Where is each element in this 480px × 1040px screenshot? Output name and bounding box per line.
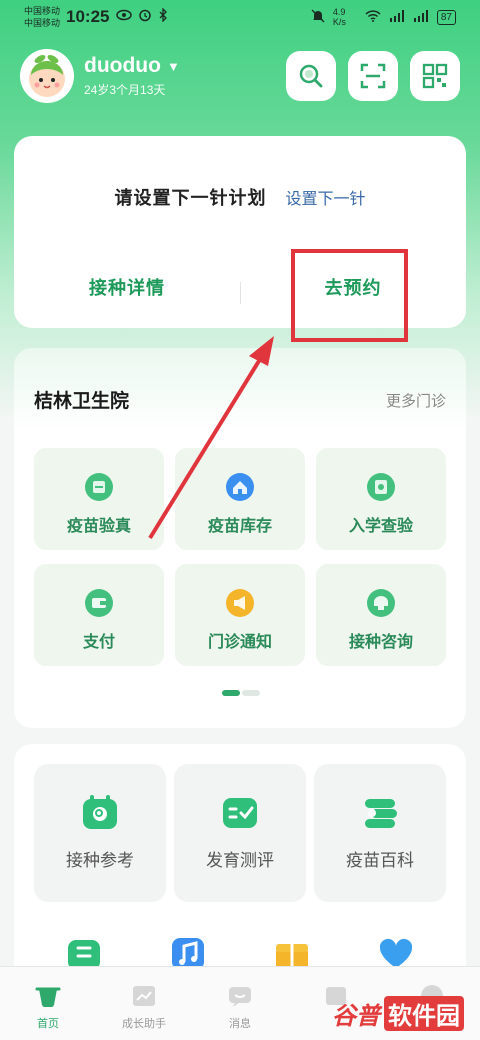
clock: 10:25 [66, 7, 110, 26]
tab-label: 成长助手 [122, 1018, 166, 1030]
service-clinic-notice[interactable]: 门诊通知 [175, 564, 305, 666]
avatar[interactable] [20, 49, 74, 103]
tool-label: 接种参考 [66, 851, 134, 870]
tool-label: 疫苗百科 [346, 851, 414, 870]
chart-icon [133, 986, 155, 1006]
scan-icon [360, 63, 386, 89]
qrcode-icon [422, 63, 448, 89]
tab-label: 首页 [37, 1018, 59, 1030]
divider [240, 282, 241, 304]
page-indicator [222, 690, 260, 696]
tool-development-assessment[interactable]: 发育测评 [174, 764, 306, 902]
wifi-icon [365, 9, 381, 25]
home-icon [35, 987, 61, 1008]
service-label: 接种咨询 [348, 634, 413, 651]
tab-messages[interactable]: 消息 [192, 967, 288, 1040]
tool-vaccination-reference[interactable]: 接种参考 [34, 764, 166, 902]
carrier-info: 中国移动 中国移动 [24, 5, 60, 29]
annotation-highlight-box [291, 249, 408, 342]
scan-button[interactable] [348, 51, 398, 101]
more-clinics-link[interactable]: 更多门诊 [386, 390, 446, 411]
baby-avatar-icon [29, 55, 65, 97]
service-label: 入学查验 [348, 518, 413, 535]
bluetooth-icon [158, 6, 168, 27]
alarm-icon [138, 8, 152, 27]
megaphone-icon [226, 589, 254, 617]
tool-vaccine-encyclopedia[interactable]: 疫苗百科 [314, 764, 446, 902]
service-school-check[interactable]: 入学查验 [316, 448, 446, 550]
vaccine-verify-icon [85, 473, 113, 501]
message-icon [229, 987, 251, 1007]
page-dot-active [222, 690, 240, 696]
encyclopedia-icon [365, 799, 397, 828]
user-name: duoduo [84, 54, 161, 77]
user-age: 24岁3个月13天 [84, 83, 166, 97]
header-actions [286, 51, 460, 101]
vaccine-stock-icon [226, 473, 254, 501]
status-bar: 中国移动 中国移动 10:25 4.9 K/s 87 [0, 0, 480, 34]
user-info[interactable]: duoduo ▼ 24岁3个月13天 [84, 54, 180, 98]
service-label: 疫苗库存 [207, 518, 272, 535]
clinic-name: 桔林卫生院 [34, 391, 130, 412]
watermark-part1: 谷普 [332, 1002, 380, 1030]
watermark-part2: 软件园 [384, 995, 464, 1031]
network-speed: 4.9 K/s [332, 7, 346, 27]
wallet-icon [85, 589, 113, 617]
service-label: 门诊通知 [207, 634, 272, 651]
mute-icon [311, 9, 325, 26]
app-header: duoduo ▼ 24岁3个月13天 [20, 46, 460, 106]
user-name-row[interactable]: duoduo ▼ [84, 54, 180, 78]
service-vaccine-stock[interactable]: 疫苗库存 [175, 448, 305, 550]
plan-title: 请设置下一针计划 [114, 188, 267, 208]
service-vaccine-verify[interactable]: 疫苗验真 [34, 448, 164, 550]
reference-icon [83, 795, 117, 829]
tab-home[interactable]: 首页 [0, 967, 96, 1040]
service-label: 支付 [82, 634, 115, 651]
service-payment[interactable]: 支付 [34, 564, 164, 666]
eye-icon [115, 8, 132, 26]
tool-label: 发育测评 [206, 851, 274, 870]
signal-icon [389, 9, 405, 25]
page-dot [242, 690, 260, 696]
consultation-icon [367, 589, 395, 617]
service-label: 疫苗验真 [66, 518, 131, 535]
vaccination-details-button[interactable]: 接种详情 [14, 274, 240, 300]
search-button[interactable] [286, 51, 336, 101]
set-next-dose-link[interactable]: 设置下一针 [286, 191, 366, 208]
tab-growth-assistant[interactable]: 成长助手 [96, 967, 192, 1040]
tab-label: 消息 [229, 1018, 251, 1030]
school-check-icon [367, 473, 395, 501]
carrier-1: 中国移动 [24, 6, 61, 16]
watermark-logo: 谷普 软件园 [326, 994, 470, 1032]
battery-indicator: 87 [436, 9, 456, 25]
assessment-icon [223, 798, 257, 828]
status-left: 中国移动 中国移动 10:25 [24, 5, 168, 29]
qrcode-button[interactable] [410, 51, 460, 101]
search-icon [299, 64, 323, 88]
caret-down-icon[interactable]: ▼ [167, 59, 180, 74]
tools-card: 接种参考 发育测评 疫苗百科 [14, 744, 466, 1004]
status-right: 4.9 K/s 87 [311, 7, 456, 27]
carrier-2: 中国移动 [24, 18, 61, 28]
plan-row: 请设置下一针计划 设置下一针 [14, 184, 466, 210]
signal-icon-2 [413, 9, 429, 25]
clinic-card: 桔林卫生院 更多门诊 疫苗验真 疫苗库存 入学查验 支付 门诊通知 接种咨询 [14, 348, 466, 728]
service-consultation[interactable]: 接种咨询 [316, 564, 446, 666]
